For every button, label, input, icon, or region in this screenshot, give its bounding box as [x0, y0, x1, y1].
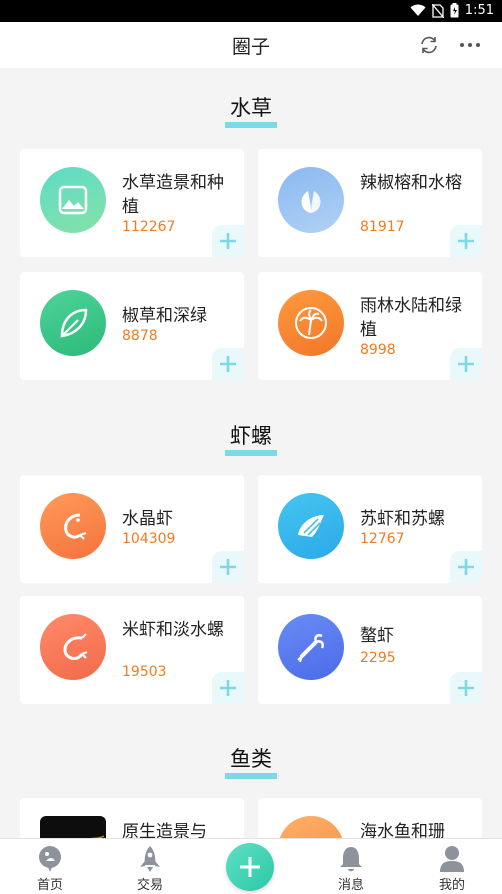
circle-card[interactable]: 螯虾 2295 [258, 596, 482, 704]
user-icon [440, 846, 464, 872]
join-button[interactable] [450, 551, 482, 583]
card-name: 雨林水陆和绿植 [360, 296, 462, 340]
join-button[interactable] [212, 672, 244, 704]
plus-icon [220, 680, 236, 696]
palm-tree-icon [278, 290, 344, 356]
circle-card[interactable]: 水草造景和种植 112267 [20, 149, 244, 257]
section-underline [225, 122, 277, 128]
join-button[interactable] [212, 225, 244, 257]
rocket-icon [140, 846, 160, 872]
seashell-icon [278, 493, 344, 559]
leaf-icon [40, 290, 106, 356]
crayfish-icon [278, 614, 344, 680]
member-count: 8998 [360, 342, 396, 358]
nav-trade[interactable]: 交易 [115, 839, 185, 894]
status-bar: 1:51 [0, 0, 502, 22]
shrimp-icon [40, 614, 106, 680]
more-icon[interactable] [458, 34, 482, 56]
nav-messages-label: 消息 [337, 878, 364, 893]
landscape-picture-icon [40, 167, 106, 233]
plus-icon [220, 233, 236, 249]
section-underline [225, 773, 277, 779]
shrimp-icon [40, 493, 106, 559]
plus-icon [240, 857, 260, 877]
nav-mine-label: 我的 [438, 878, 465, 893]
circle-card[interactable]: 米虾和淡水螺 19503 [20, 596, 244, 704]
join-button[interactable] [450, 348, 482, 380]
member-count: 2295 [360, 650, 396, 666]
card-name: 米虾和淡水螺 [122, 620, 224, 640]
circle-card[interactable]: 苏虾和苏螺 12767 [258, 475, 482, 583]
bell-icon [340, 847, 362, 872]
nav-trade-label: 交易 [136, 878, 163, 893]
no-sim-icon [431, 3, 444, 18]
circle-card[interactable]: 雨林水陆和绿植 8998 [258, 272, 482, 380]
plus-icon [458, 356, 474, 372]
card-name: 水晶虾 [122, 509, 173, 529]
member-count: 12767 [360, 531, 405, 547]
plus-icon [458, 559, 474, 575]
circle-card[interactable]: 辣椒榕和水榕 81917 [258, 149, 482, 257]
leaves-icon [278, 167, 344, 233]
section-underline [225, 450, 277, 456]
section-title-aquatic-plants: 水草 [230, 96, 272, 120]
nav-messages[interactable]: 消息 [316, 839, 386, 894]
section-title-fish: 鱼类 [230, 747, 272, 771]
card-name: 辣椒榕和水榕 [360, 173, 462, 193]
wifi-icon [410, 4, 426, 16]
circle-card[interactable]: 水晶虾 104309 [20, 475, 244, 583]
home-fish-icon [39, 846, 61, 872]
join-button[interactable] [450, 672, 482, 704]
bottom-navigation: 首页 交易 消息 我的 [0, 838, 502, 894]
member-count: 104309 [122, 531, 176, 547]
card-name: 水草造景和种植 [122, 173, 224, 217]
member-count: 112267 [122, 219, 176, 235]
plus-icon [220, 356, 236, 372]
nav-mine[interactable]: 我的 [417, 839, 487, 894]
status-time: 1:51 [464, 3, 494, 18]
member-count: 19503 [122, 664, 167, 680]
nav-home-label: 首页 [36, 878, 63, 893]
refresh-icon[interactable] [418, 34, 440, 56]
status-icons: 1:51 [410, 3, 494, 18]
app-header: 圈子 [0, 22, 502, 68]
battery-icon [450, 3, 459, 18]
circle-card[interactable]: 椒草和深绿 8878 [20, 272, 244, 380]
nav-home[interactable]: 首页 [15, 839, 85, 894]
plus-icon [458, 680, 474, 696]
section-title-shrimp-snails: 虾螺 [230, 424, 272, 448]
post-button[interactable] [226, 843, 274, 891]
join-button[interactable] [450, 225, 482, 257]
join-button[interactable] [212, 551, 244, 583]
plus-icon [220, 559, 236, 575]
card-name: 椒草和深绿 [122, 306, 207, 326]
card-name: 螯虾 [360, 626, 394, 646]
member-count: 8878 [122, 328, 158, 344]
plus-icon [458, 233, 474, 249]
join-button[interactable] [212, 348, 244, 380]
member-count: 81917 [360, 219, 405, 235]
card-name: 苏虾和苏螺 [360, 509, 445, 529]
